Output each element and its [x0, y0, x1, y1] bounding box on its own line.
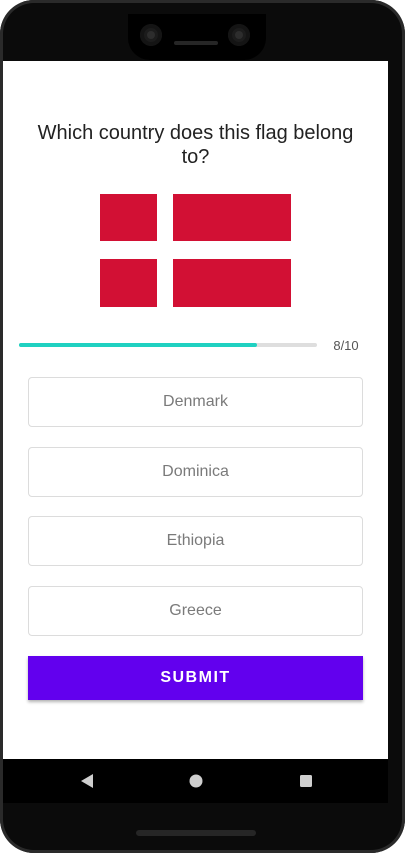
answer-option-denmark[interactable]: Denmark [28, 377, 363, 427]
answer-option-ethiopia[interactable]: Ethiopia [28, 516, 363, 566]
notch [128, 14, 266, 60]
bottom-speaker-grille [136, 830, 256, 836]
earpiece-speaker [174, 41, 218, 45]
recent-square-icon[interactable] [294, 769, 318, 793]
flag-red-field [100, 194, 157, 241]
answer-option-dominica[interactable]: Dominica [28, 447, 363, 497]
front-camera-icon [140, 24, 162, 46]
home-circle-icon[interactable] [184, 769, 208, 793]
system-navigation-bar [3, 759, 388, 803]
progress-bar [19, 343, 317, 347]
answer-option-label: Greece [169, 602, 222, 619]
front-sensor-icon [228, 24, 250, 46]
answer-option-label: Denmark [163, 393, 228, 410]
flag-red-field [173, 194, 291, 241]
flag-red-field [100, 259, 157, 307]
submit-button[interactable]: SUBMIT [28, 656, 363, 700]
phone-frame: Which country does this flag belong to? … [0, 0, 405, 853]
question-text: Which country does this flag belong to? [37, 122, 354, 168]
progress-bar-fill [19, 343, 258, 347]
answer-option-label: Dominica [162, 463, 229, 480]
answer-option-greece[interactable]: Greece [28, 586, 363, 636]
denmark-flag [100, 194, 291, 307]
flag-red-field [173, 259, 291, 307]
app-screen: Which country does this flag belong to? … [3, 61, 388, 759]
back-triangle-icon[interactable] [75, 769, 99, 793]
progress-counter: 8/10 [333, 338, 359, 353]
answer-option-label: Ethiopia [166, 532, 225, 549]
